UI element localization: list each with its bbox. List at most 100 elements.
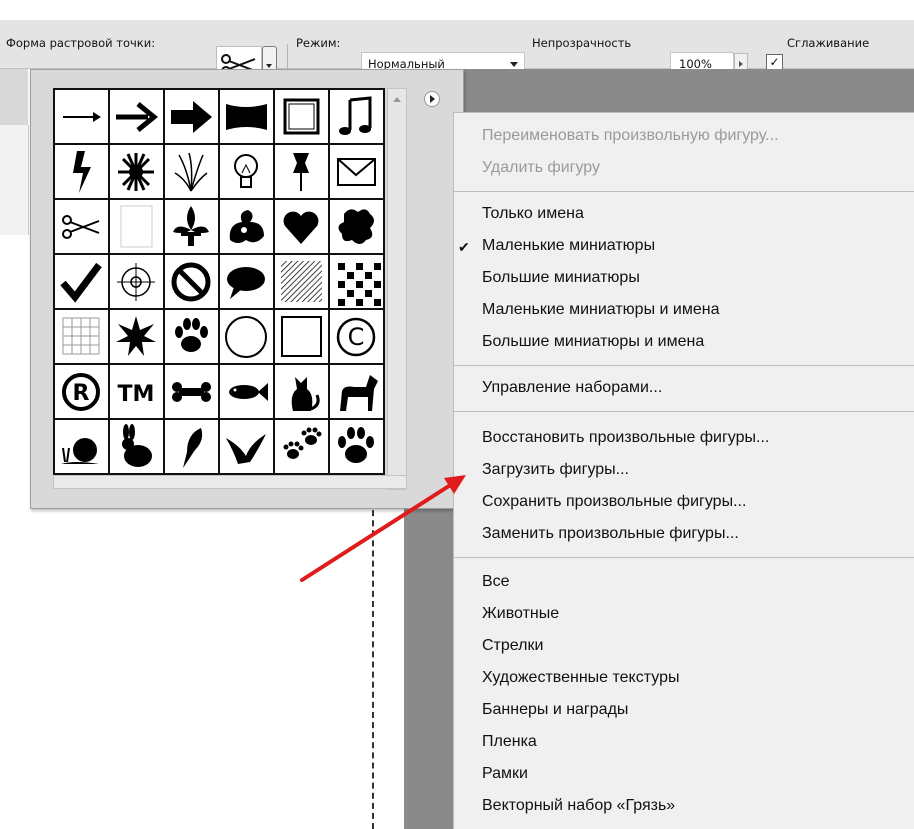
menu-item-set-animals[interactable]: Животные (482, 605, 559, 623)
shape-cell-lightning[interactable] (55, 145, 108, 198)
shape-cell-paw-prints[interactable] (275, 420, 328, 473)
menu-item-save-shapes[interactable]: Сохранить произвольные фигуры... (482, 493, 746, 511)
shape-cell-starburst[interactable] (110, 145, 163, 198)
shape-cell-fleur-de-lis[interactable] (165, 200, 218, 253)
shape-cell-snail[interactable] (55, 420, 108, 473)
lightbulb-icon (234, 154, 258, 188)
shape-cell-fish[interactable] (220, 365, 273, 418)
menu-item-reset-shapes[interactable]: Восстановить произвольные фигуры... (482, 429, 769, 447)
brush-shape-label: Форма растровой точки: (6, 36, 156, 50)
menu-item-large-thumbnails[interactable]: Большие миниатюры (482, 269, 640, 287)
menu-item-set-film[interactable]: Пленка (482, 733, 537, 751)
fish-icon (229, 383, 268, 401)
trademark-icon: TM (118, 382, 155, 407)
shape-cell-scissors[interactable] (55, 200, 108, 253)
menu-item-delete-shape[interactable]: Удалить фигуру (482, 159, 600, 177)
paw-print-icon (338, 427, 374, 463)
dog-icon (340, 375, 378, 411)
shape-cell-rabbit[interactable] (110, 420, 163, 473)
menu-item-rename-shape[interactable]: Переименовать произвольную фигуру... (482, 127, 779, 145)
shape-cell-circle-frame[interactable] (220, 310, 273, 363)
menu-item-preset-manager[interactable]: Управление наборами... (482, 379, 662, 397)
shape-cell-lightbulb[interactable] (220, 145, 273, 198)
fleur-de-lis-icon (173, 206, 209, 246)
shape-cell-grass[interactable] (165, 145, 218, 198)
shape-cell-paw[interactable] (165, 310, 218, 363)
shape-cell-registered[interactable]: R (55, 365, 108, 418)
heart-icon (283, 211, 319, 244)
scroll-up-icon[interactable] (393, 97, 401, 102)
shape-cell-diamond-grid[interactable] (330, 255, 383, 308)
snail-icon (61, 438, 99, 464)
shape-cell-frame[interactable] (275, 90, 328, 143)
starburst-icon (118, 153, 154, 191)
antialias-label: Сглаживание (787, 36, 870, 50)
shape-cell-burst[interactable] (110, 310, 163, 363)
shape-cell-pushpin[interactable] (275, 145, 328, 198)
blank-page-icon (120, 205, 153, 248)
shape-cell-dog[interactable] (330, 365, 383, 418)
shape-panel-context-menu: Переименовать произвольную фигуру... Уда… (453, 112, 914, 829)
menu-item-set-art-textures[interactable]: Художественные текстуры (482, 669, 679, 687)
panel-resize-bar[interactable] (53, 475, 407, 489)
shape-cell-ornament[interactable] (220, 200, 273, 253)
shape-cell-bird[interactable] (165, 420, 218, 473)
menu-item-load-shapes[interactable]: Загрузить фигуры... (482, 461, 629, 479)
shape-grid: C R TM (53, 88, 385, 477)
document-ruler-strip (0, 125, 29, 235)
banner-icon (226, 104, 267, 130)
menu-separator (454, 191, 914, 192)
paw-prints-icon (283, 427, 322, 459)
shape-cell-bold-arrow[interactable] (110, 90, 163, 143)
registered-icon: R (62, 373, 100, 411)
shape-cell-grid[interactable] (55, 310, 108, 363)
shape-cell-heart[interactable] (275, 200, 328, 253)
checkmark-icon (60, 262, 102, 303)
shape-grid-scrollbar[interactable] (387, 88, 407, 490)
shape-cell-bone[interactable] (165, 365, 218, 418)
menu-item-small-thumbnails-names[interactable]: Маленькие миниатюры и имена (482, 301, 719, 319)
target-icon (117, 263, 155, 301)
menu-item-names-only[interactable]: Только имена (482, 205, 584, 223)
panel-menu-arrow-icon[interactable] (424, 91, 440, 107)
paw-icon (175, 318, 208, 352)
custom-shape-picker-panel: C R TM (30, 69, 464, 509)
checkmark-icon: ✔ (458, 239, 470, 255)
shape-cell-music-note[interactable] (330, 90, 383, 143)
thin-arrow-icon (63, 112, 101, 122)
copyright-icon: C (336, 317, 376, 357)
shape-cell-banner[interactable] (220, 90, 273, 143)
shape-cell-target[interactable] (110, 255, 163, 308)
chevron-down-icon (510, 62, 518, 67)
shape-cell-no-sign[interactable] (165, 255, 218, 308)
shape-cell-dove[interactable] (220, 420, 273, 473)
menu-item-set-frames[interactable]: Рамки (482, 765, 528, 783)
shape-cell-trademark[interactable]: TM (110, 365, 163, 418)
shape-cell-square-frame[interactable] (275, 310, 328, 363)
heavy-arrow-icon (171, 101, 212, 133)
shape-cell-puzzle-blot[interactable] (330, 200, 383, 253)
svg-text:TM: TM (118, 382, 155, 407)
ornament-icon (229, 210, 264, 243)
menu-item-set-grime-vector[interactable]: Векторный набор «Грязь» (482, 797, 675, 815)
shape-cell-cat[interactable] (275, 365, 328, 418)
shape-cell-blank-page[interactable] (110, 200, 163, 253)
selection-marquee-edge (372, 500, 374, 829)
menu-item-small-thumbnails[interactable]: Маленькие миниатюры (482, 237, 655, 255)
shape-cell-checkmark[interactable] (55, 255, 108, 308)
shape-cell-hatch[interactable] (275, 255, 328, 308)
shape-cell-thin-arrow[interactable] (55, 90, 108, 143)
shape-cell-copyright[interactable]: C (330, 310, 383, 363)
shape-cell-speech-bubble[interactable] (220, 255, 273, 308)
shape-cell-heavy-arrow[interactable] (165, 90, 218, 143)
menu-item-replace-shapes[interactable]: Заменить произвольные фигуры... (482, 525, 739, 543)
menu-item-set-banners[interactable]: Баннеры и награды (482, 701, 628, 719)
menu-separator (454, 411, 914, 412)
shape-cell-paw-print[interactable] (330, 420, 383, 473)
shape-cell-envelope[interactable] (330, 145, 383, 198)
pushpin-icon (293, 153, 309, 191)
menu-item-set-all[interactable]: Все (482, 573, 510, 591)
menu-item-large-thumbnails-names[interactable]: Большие миниатюры и имена (482, 333, 704, 351)
menu-item-set-arrows[interactable]: Стрелки (482, 637, 543, 655)
burst-icon (116, 316, 156, 356)
